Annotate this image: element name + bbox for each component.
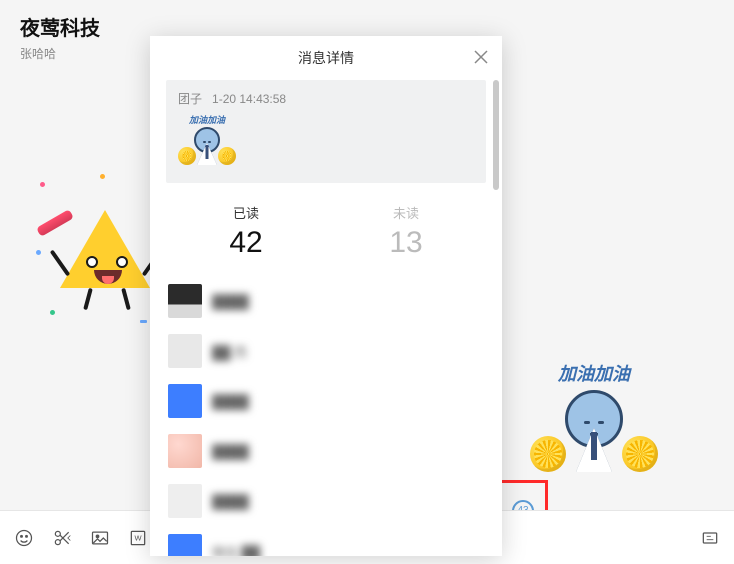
modal-header: 消息详情 <box>150 36 502 80</box>
scissors-icon[interactable] <box>52 528 72 548</box>
list-item[interactable]: ████ <box>166 276 486 326</box>
list-item[interactable]: ██ 西 <box>166 326 486 376</box>
sent-message-sticker[interactable]: 加油加油 <box>534 360 674 500</box>
sticker-caption: 加油加油 <box>534 360 654 386</box>
read-counts: 42 13 <box>166 226 486 270</box>
message-timestamp: 1-20 14:43:58 <box>212 92 286 106</box>
message-meta: 团子 1-20 14:43:58 <box>178 90 474 107</box>
avatar <box>168 384 202 418</box>
chat-window: 夜莺科技 张哈哈 加油加油 <box>0 0 734 564</box>
message-sticker-thumb: 加油加油 <box>178 113 236 171</box>
file-icon[interactable]: W <box>128 528 148 548</box>
avatar <box>168 484 202 518</box>
reader-list[interactable]: ████ ██ 西 ████ ████ ████ 微信 ██ <box>166 276 486 556</box>
list-item[interactable]: 微信 ██ <box>166 526 486 556</box>
modal-body: 团子 1-20 14:43:58 加油加油 已读 未读 42 13 <box>150 80 502 556</box>
scrollbar-thumb[interactable] <box>493 80 499 190</box>
count-unread: 13 <box>326 226 486 270</box>
message-preview: 团子 1-20 14:43:58 加油加油 <box>166 80 486 183</box>
svg-text:W: W <box>134 533 142 542</box>
count-read: 42 <box>166 226 326 270</box>
emoji-icon[interactable] <box>14 528 34 548</box>
list-item[interactable]: ████ <box>166 426 486 476</box>
avatar <box>168 534 202 556</box>
avatar <box>168 334 202 368</box>
tab-read[interactable]: 已读 <box>166 195 326 226</box>
close-button[interactable] <box>470 46 492 68</box>
image-icon[interactable] <box>90 528 110 548</box>
tab-unread[interactable]: 未读 <box>326 195 486 226</box>
list-item[interactable]: ████ <box>166 376 486 426</box>
read-tabs: 已读 未读 <box>166 195 486 226</box>
message-details-modal: 消息详情 团子 1-20 14:43:58 加油加油 <box>150 36 502 556</box>
modal-title: 消息详情 <box>298 48 354 68</box>
history-icon[interactable] <box>700 528 720 548</box>
avatar <box>168 284 202 318</box>
avatar <box>168 434 202 468</box>
list-item[interactable]: ████ <box>166 476 486 526</box>
message-sender: 团子 <box>178 92 202 106</box>
